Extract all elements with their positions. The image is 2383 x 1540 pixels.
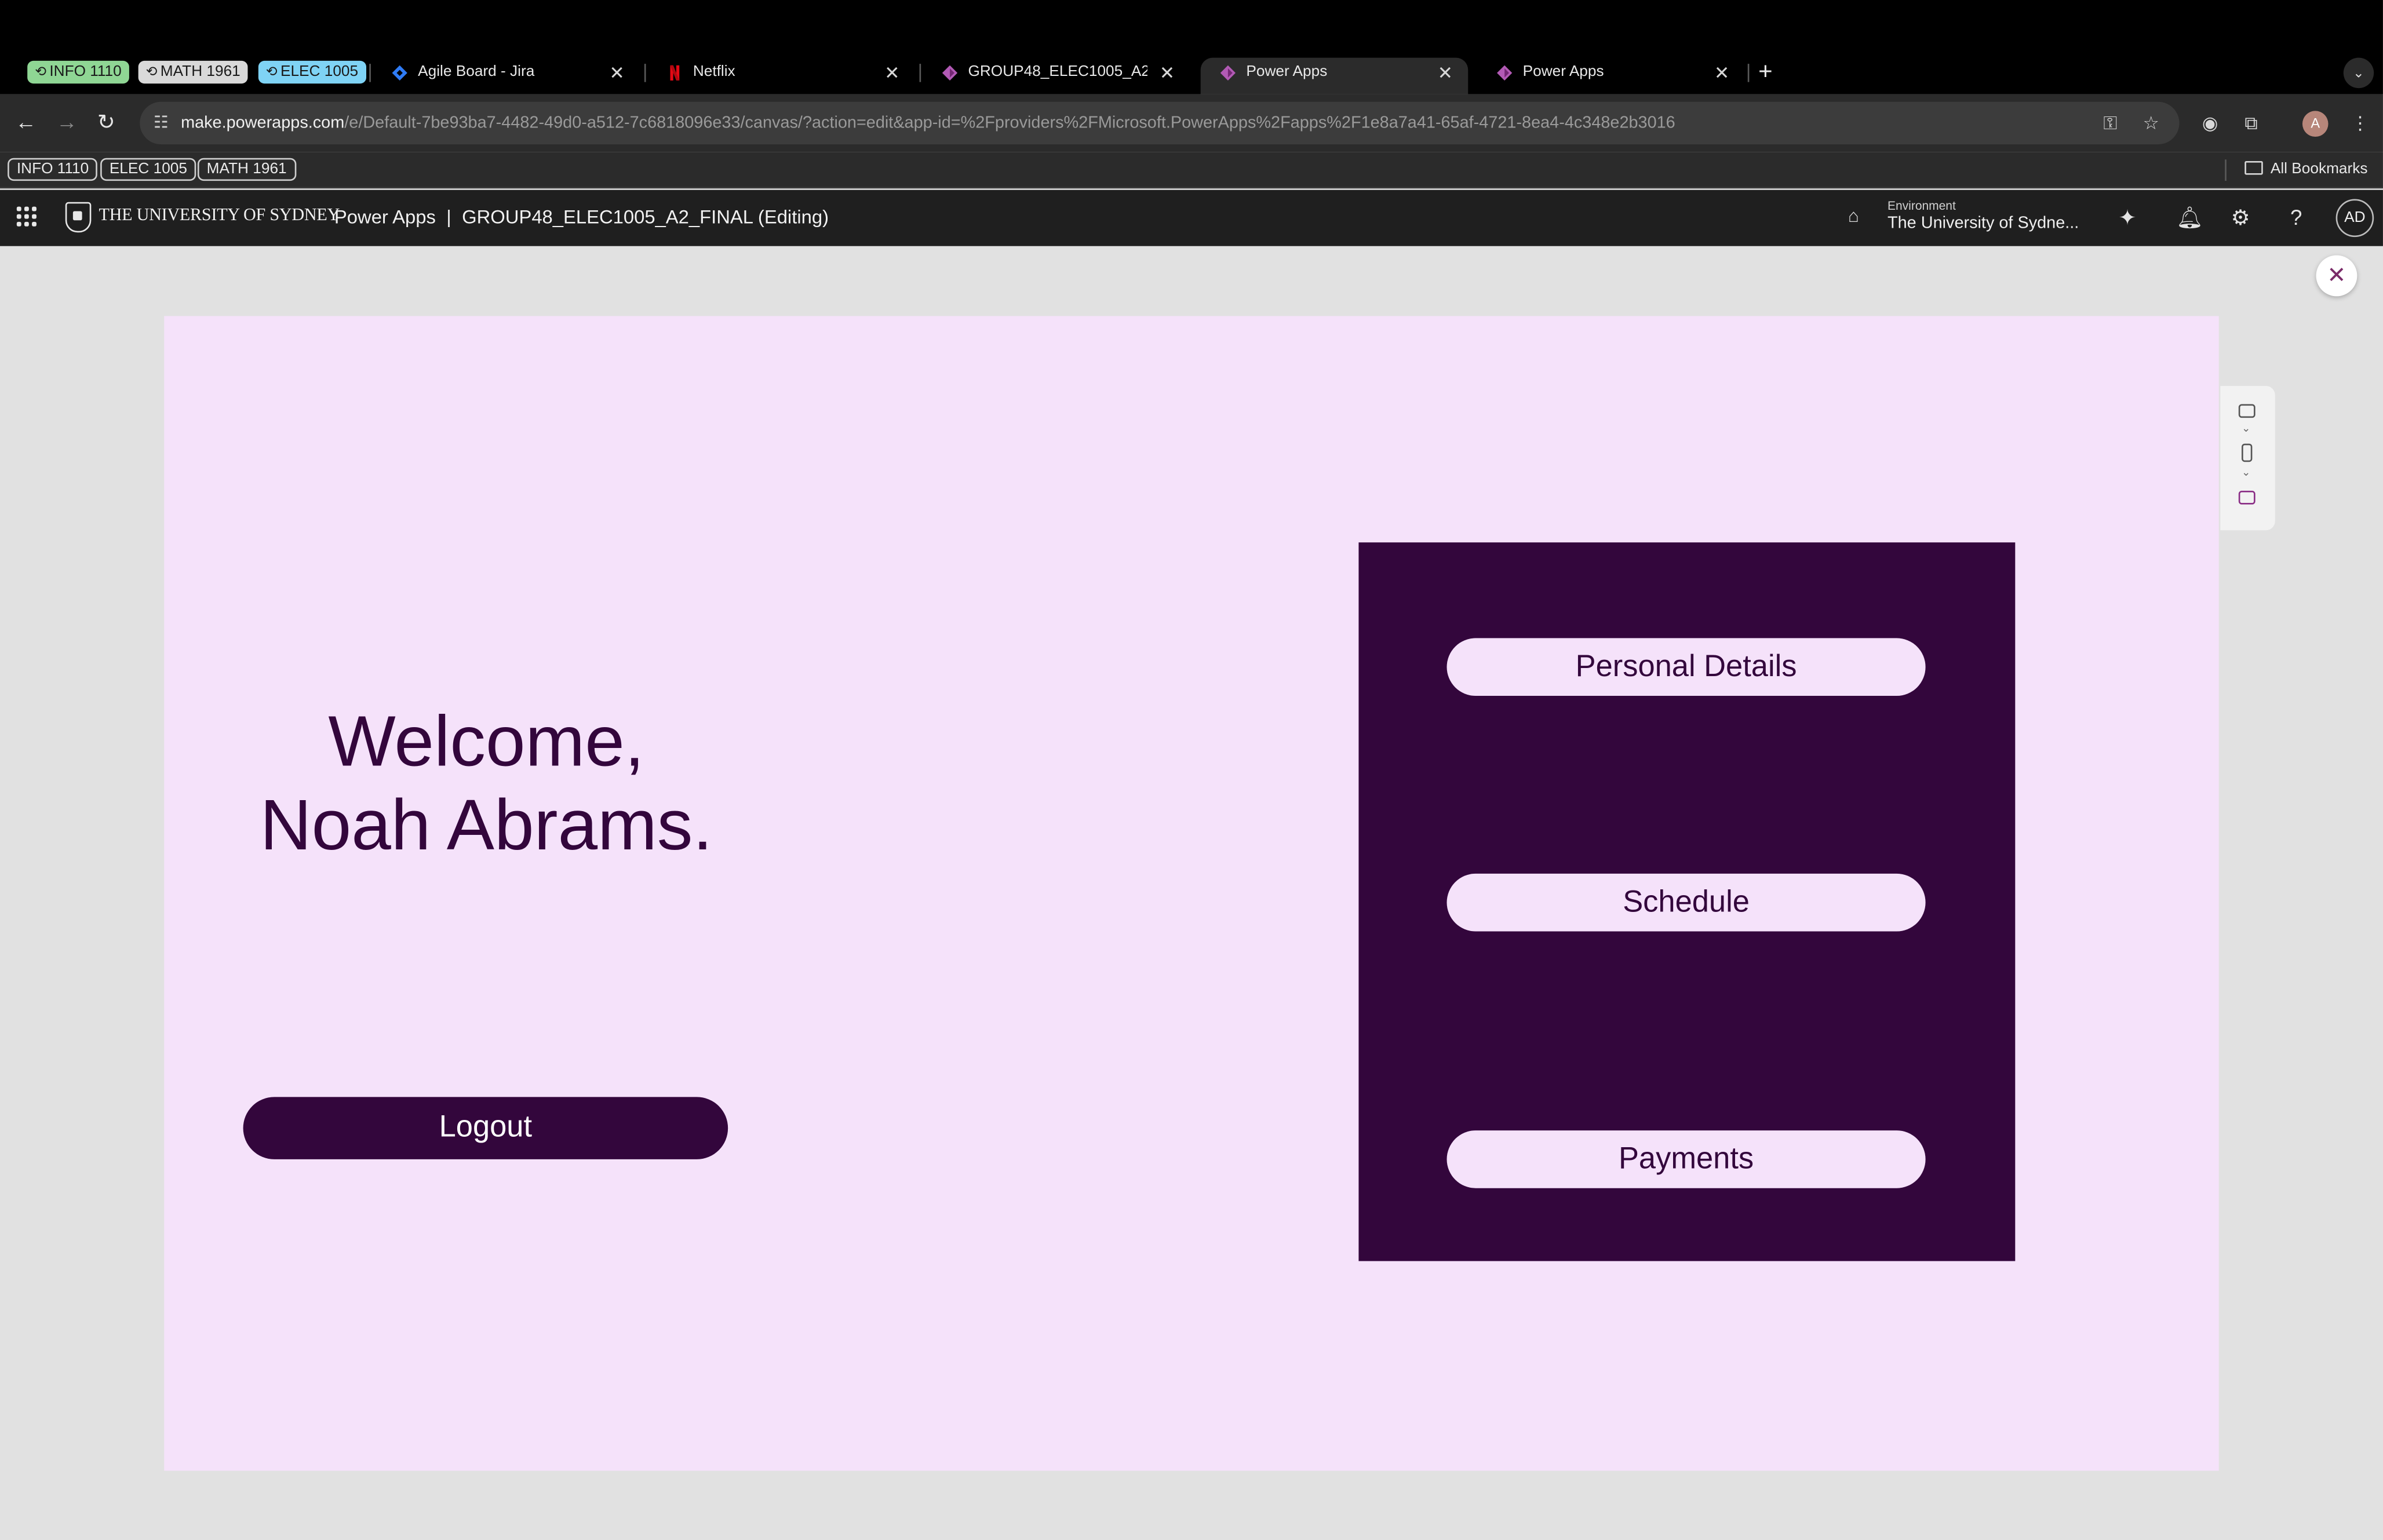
close-tab-icon[interactable]: ✕ xyxy=(1714,58,1729,88)
jira-icon xyxy=(392,65,407,81)
sync-icon: ⟲ xyxy=(265,64,278,79)
powerapps-header: THE UNIVERSITY OF SYDNEY Power Apps | GROU… xyxy=(0,189,2383,246)
tab-netflix[interactable]: Netflix ✕ xyxy=(647,58,915,94)
close-tab-icon[interactable]: ✕ xyxy=(884,58,899,88)
screen-size-icon[interactable] xyxy=(2238,491,2256,505)
environment-icon: ⌂ xyxy=(1848,205,1859,227)
extensions-puzzle-icon[interactable]: ⧉ xyxy=(2244,111,2257,135)
personal-details-button[interactable]: Personal Details xyxy=(1446,638,1926,696)
welcome-heading: Welcome, Noah Abrams. xyxy=(260,700,713,865)
settings-gear-icon[interactable]: ⚙ xyxy=(2231,205,2250,229)
close-tab-icon[interactable]: ✕ xyxy=(1160,58,1175,88)
site-settings-icon[interactable]: ☷ xyxy=(154,102,169,144)
app-screen: Welcome, Noah Abrams. Logout Personal De… xyxy=(164,316,2219,1471)
tab-power-apps-active[interactable]: Power Apps ✕ xyxy=(1200,57,1469,94)
user-avatar[interactable]: AD xyxy=(2335,199,2374,238)
tab-jira[interactable]: Agile Board - Jira ✕ xyxy=(372,58,640,94)
bookmark-info1110[interactable]: INFO 1110 xyxy=(8,158,98,181)
forward-arrow-icon[interactable]: → xyxy=(56,108,78,135)
back-arrow-icon[interactable]: ← xyxy=(15,108,37,135)
tablet-icon[interactable] xyxy=(2238,404,2256,418)
tab-search-button[interactable]: ⌄ xyxy=(2343,57,2374,89)
extension-icon[interactable]: ◉ xyxy=(2202,111,2218,135)
close-icon: ✕ xyxy=(2327,262,2346,289)
chevron-down-icon[interactable]: ⌄ xyxy=(2242,424,2250,435)
password-key-icon[interactable]: ⚿ xyxy=(2103,102,2117,144)
phone-icon[interactable] xyxy=(2242,443,2253,462)
navigation-menu-panel: Personal Details Schedule Payments xyxy=(1358,542,2016,1261)
tab-group-math1961[interactable]: ⟲ MATH 1961 xyxy=(138,60,248,84)
environment-selector[interactable]: The University of Sydne... xyxy=(1888,214,2079,232)
close-tab-icon[interactable]: ✕ xyxy=(1438,58,1453,88)
close-preview-button[interactable]: ✕ xyxy=(2316,255,2358,297)
power-apps-icon xyxy=(942,65,958,81)
all-bookmarks-button[interactable]: All Bookmarks xyxy=(2244,158,2367,181)
schedule-button[interactable]: Schedule xyxy=(1446,873,1926,932)
university-crest-icon xyxy=(65,202,92,233)
power-apps-icon xyxy=(1220,65,1236,81)
new-tab-button[interactable]: + xyxy=(1758,58,1773,88)
bookmark-elec1005[interactable]: ELEC 1005 xyxy=(100,158,196,181)
environment-label: Environment xyxy=(1888,199,1956,213)
copilot-icon[interactable]: ✦ xyxy=(2119,205,2137,229)
tab-group-elec1005[interactable]: ⟲ ELEC 1005 xyxy=(258,60,366,84)
logout-button[interactable]: Logout xyxy=(243,1097,728,1159)
tab-group48-app[interactable]: GROUP48_ELEC1005_A2_FI ✕ xyxy=(923,58,1190,94)
reload-icon[interactable]: ↻ xyxy=(97,108,115,135)
browser-toolbar: ← → ↻ ☷ make.powerapps.com/e/Default-7be… xyxy=(0,94,2383,152)
browser-tab-strip: ⟲ INFO 1110 ⟲ MATH 1961 ⟲ ELEC 1005 Agile B… xyxy=(0,0,2383,94)
payments-button[interactable]: Payments xyxy=(1446,1130,1926,1188)
browser-menu-icon[interactable]: ⋮ xyxy=(2351,111,2369,135)
netflix-icon xyxy=(670,65,680,81)
bookmarks-bar: INFO 1110 ELEC 1005 MATH 1961 All Bookma… xyxy=(0,152,2383,189)
folder-icon xyxy=(2244,160,2263,175)
power-apps-icon xyxy=(1497,65,1513,81)
tab-group-info1110[interactable]: ⟲ INFO 1110 xyxy=(27,60,129,84)
bookmark-star-icon[interactable]: ☆ xyxy=(2143,102,2159,144)
address-bar[interactable]: ☷ make.powerapps.com/e/Default-7be93ba7-… xyxy=(140,101,2180,145)
sync-icon: ⟲ xyxy=(145,64,158,79)
notifications-bell-icon[interactable]: 🔔︎ xyxy=(2176,205,2203,229)
device-preview-panel: ⌄ ⌄ xyxy=(2220,386,2275,531)
chevron-down-icon[interactable]: ⌄ xyxy=(2242,468,2250,479)
sync-icon: ⟲ xyxy=(35,64,47,79)
tab-power-apps[interactable]: Power Apps ✕ xyxy=(1477,58,1745,94)
app-launcher-waffle-icon[interactable] xyxy=(16,206,38,228)
bookmark-math1961[interactable]: MATH 1961 xyxy=(197,158,296,181)
page-title: Power Apps | GROUP48_ELEC1005_A2_FINAL (Ed… xyxy=(334,206,829,228)
close-tab-icon[interactable]: ✕ xyxy=(609,58,624,88)
profile-avatar[interactable]: A xyxy=(2302,111,2329,137)
help-icon[interactable]: ? xyxy=(2290,205,2302,229)
